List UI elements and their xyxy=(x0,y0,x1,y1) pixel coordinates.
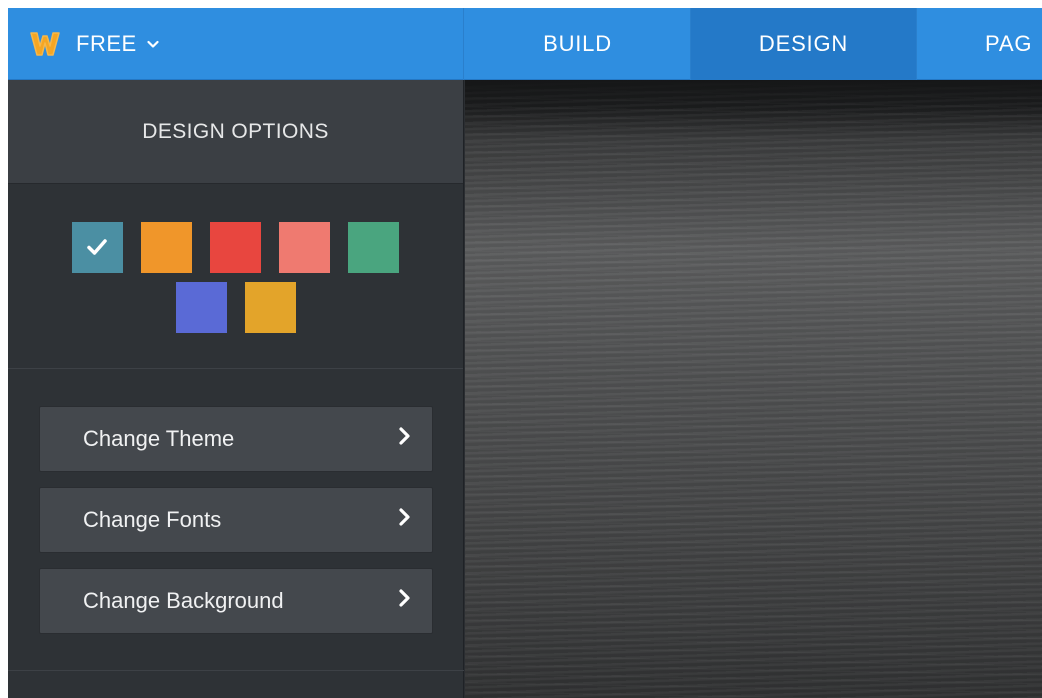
tab-build[interactable]: BUILD xyxy=(465,8,691,80)
color-swatch-5[interactable] xyxy=(348,222,399,273)
tab-design[interactable]: DESIGN xyxy=(691,8,917,80)
change-theme-button[interactable]: Change Theme xyxy=(39,406,433,472)
checkmark-icon xyxy=(86,237,108,262)
design-sidebar: DESIGN OPTIONS Change Theme Change Fonts… xyxy=(8,80,464,698)
main-nav: BUILD DESIGN PAG xyxy=(465,8,1042,80)
color-swatch-3[interactable] xyxy=(210,222,261,273)
design-options-list: Change Theme Change Fonts Change Backgro… xyxy=(8,369,463,634)
site-preview-canvas[interactable] xyxy=(465,80,1042,698)
change-background-button[interactable]: Change Background xyxy=(39,568,433,634)
plan-dropdown[interactable]: FREE xyxy=(76,31,159,57)
tab-build-label: BUILD xyxy=(543,31,612,56)
color-swatch-2[interactable] xyxy=(141,222,192,273)
top-bar: FREE BUILD DESIGN PAG xyxy=(8,8,1042,80)
plan-label: FREE xyxy=(76,31,137,56)
change-fonts-button[interactable]: Change Fonts xyxy=(39,487,433,553)
app-frame: FREE BUILD DESIGN PAG DESIGN OPTIONS Cha… xyxy=(8,8,1042,698)
color-swatch-group xyxy=(8,184,463,369)
sidebar-divider xyxy=(8,670,464,671)
change-fonts-label: Change Fonts xyxy=(83,507,222,532)
chevron-right-icon xyxy=(398,588,412,614)
color-swatch-4[interactable] xyxy=(279,222,330,273)
change-background-label: Change Background xyxy=(83,588,284,613)
chevron-right-icon xyxy=(398,507,412,533)
weebly-logo-icon[interactable] xyxy=(28,27,62,61)
canvas-shadow xyxy=(465,80,1042,110)
sidebar-title: DESIGN OPTIONS xyxy=(8,80,463,184)
chevron-down-icon xyxy=(147,40,159,49)
tab-pages[interactable]: PAG xyxy=(917,8,1042,80)
color-swatch-6[interactable] xyxy=(176,282,227,333)
chevron-right-icon xyxy=(398,426,412,452)
sidebar-title-text: DESIGN OPTIONS xyxy=(142,119,329,143)
tab-pages-label: PAG xyxy=(985,31,1033,56)
color-swatch-7[interactable] xyxy=(245,282,296,333)
brand-area: FREE xyxy=(8,8,464,80)
change-theme-label: Change Theme xyxy=(83,426,235,451)
tab-design-label: DESIGN xyxy=(758,31,849,56)
color-swatch-1[interactable] xyxy=(72,222,123,273)
